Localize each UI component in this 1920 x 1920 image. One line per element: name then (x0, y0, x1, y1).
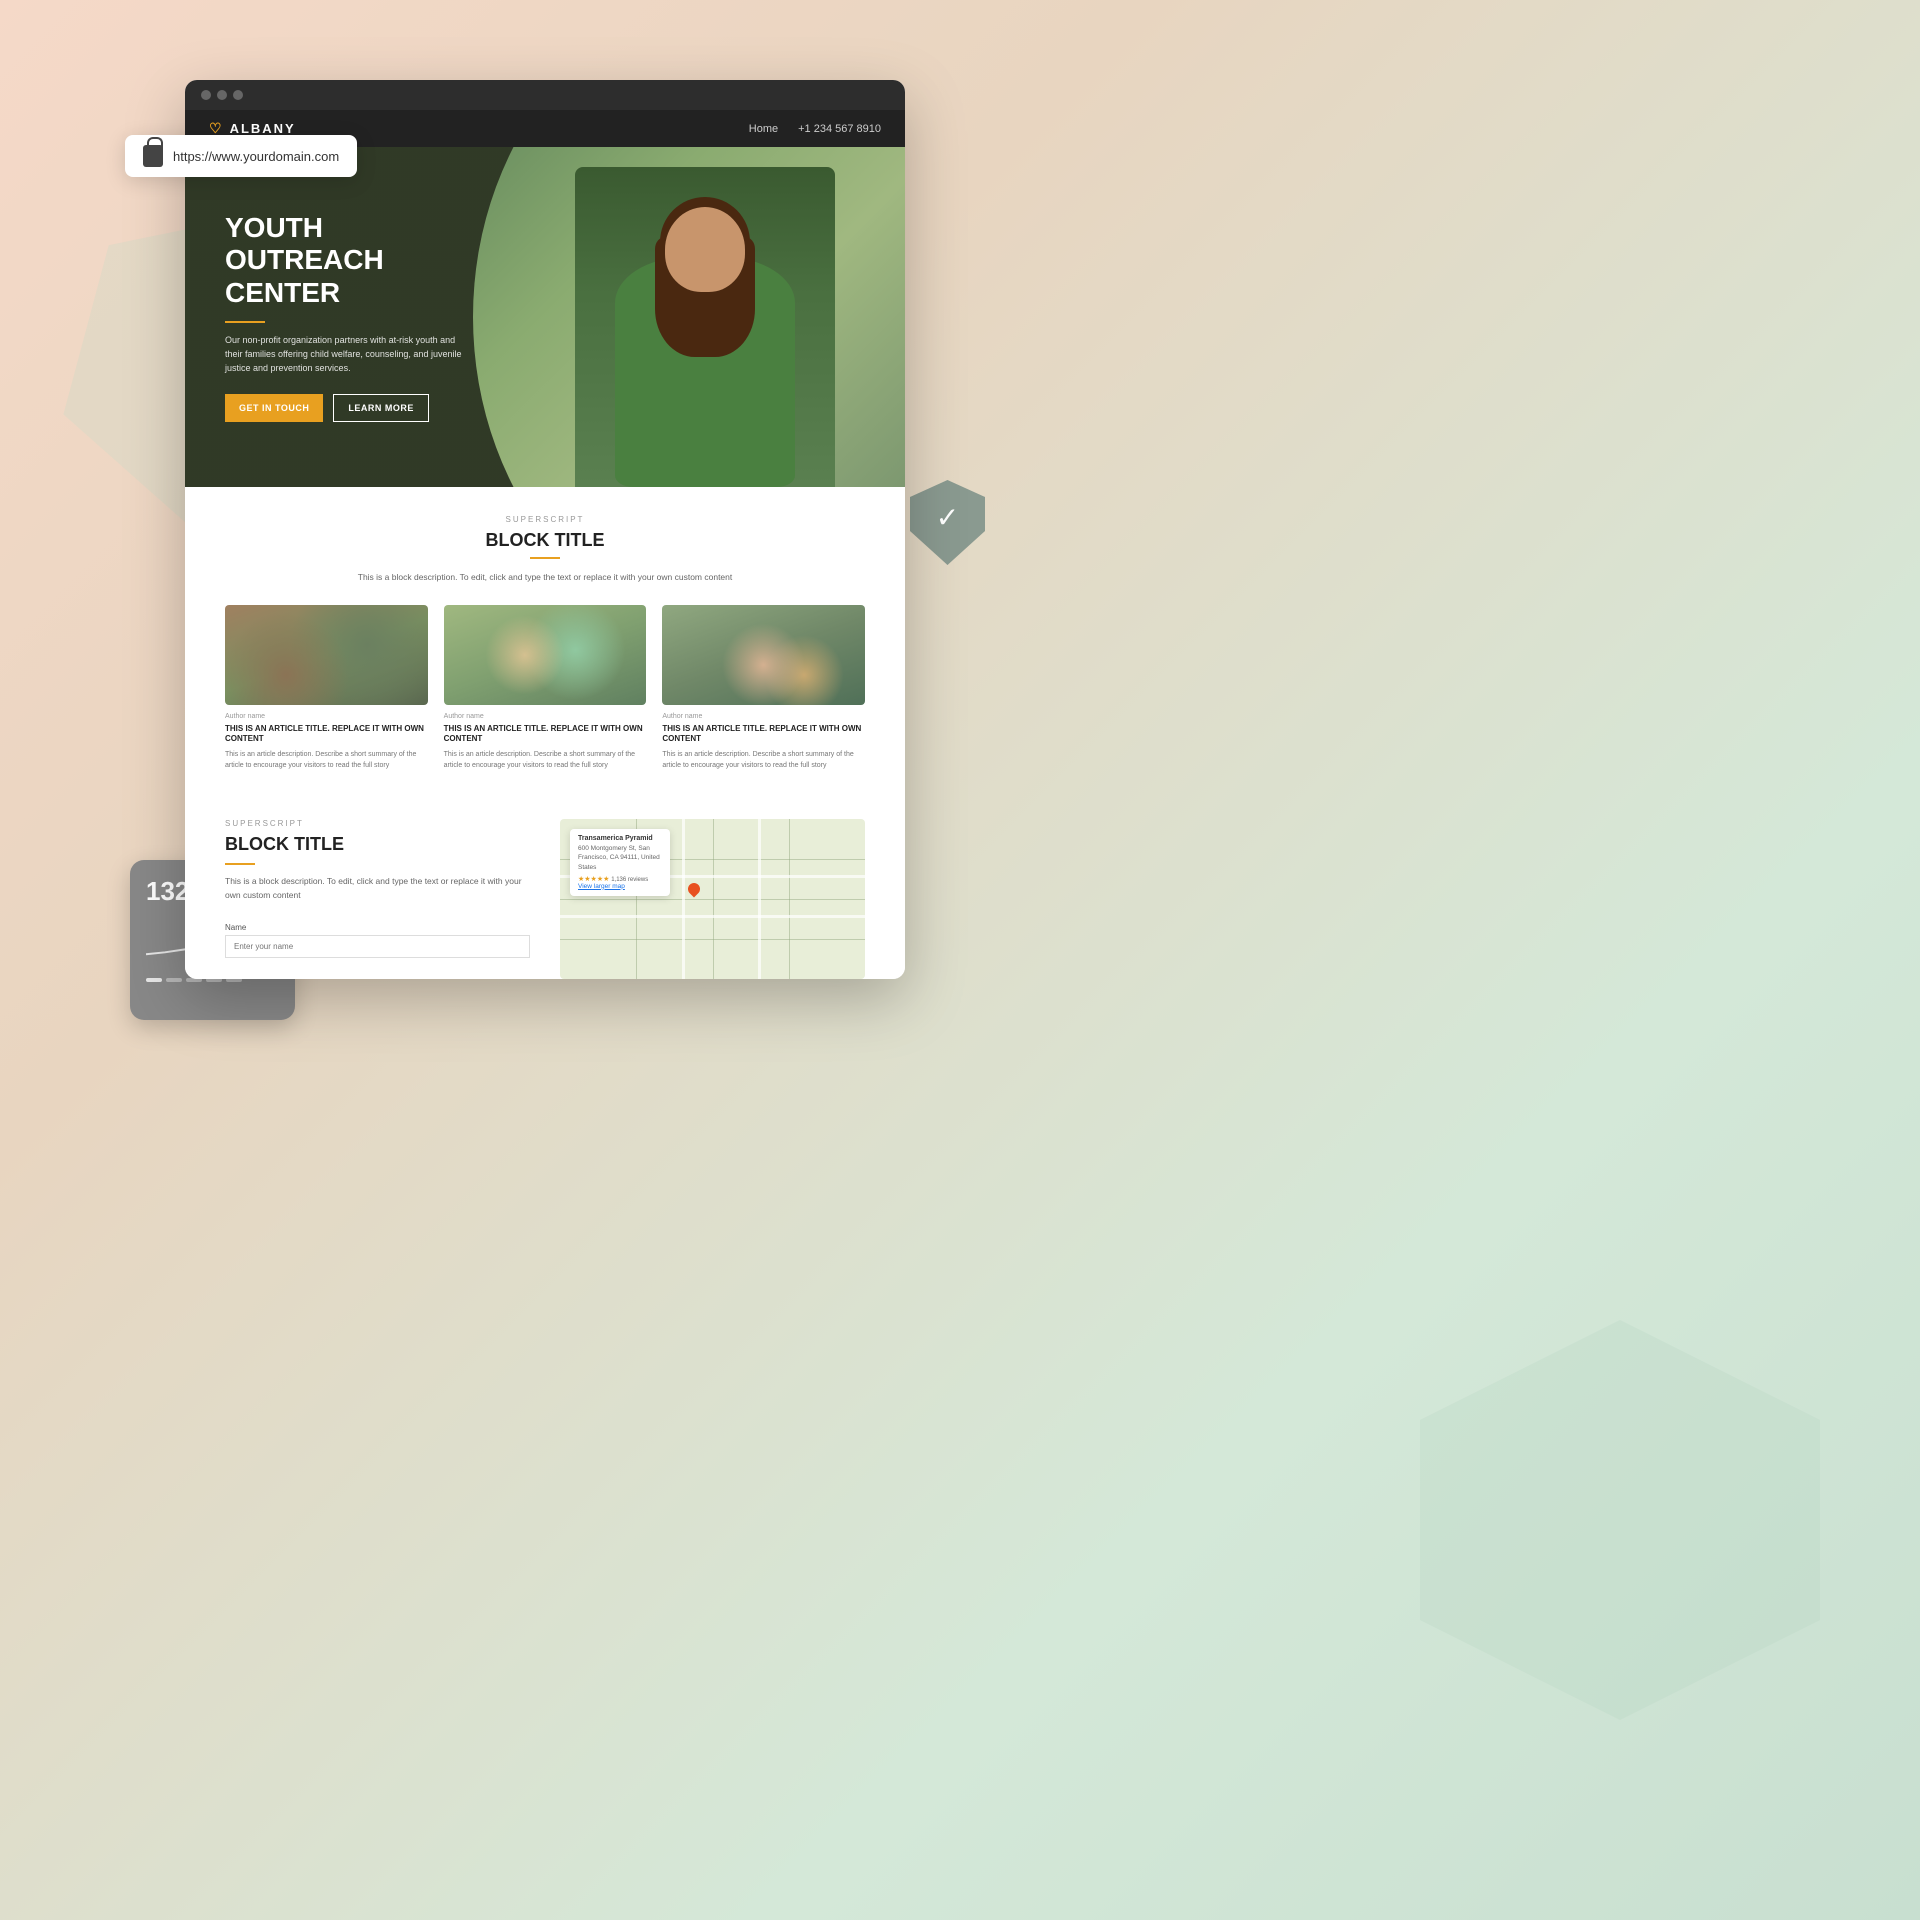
map-road-h-2 (560, 915, 865, 918)
hero-title: YOUTH OUTREACH CENTER (225, 212, 465, 309)
block2-text: SUPERSCRIPT BLOCK TITLE This is a block … (225, 819, 530, 979)
article-1-excerpt: This is an article description. Describe… (225, 750, 428, 771)
article-image-3 (662, 605, 865, 705)
map-view-link[interactable]: View larger map (578, 883, 662, 890)
map-reviews: 1,136 reviews (611, 877, 648, 883)
block1-description: This is a block description. To edit, cl… (345, 571, 745, 585)
article-1-title: THIS IS AN ARTICLE TITLE. REPLACE IT WIT… (225, 724, 428, 745)
hero-section: YOUTH OUTREACH CENTER Our non-profit org… (185, 147, 905, 487)
block1-title: BLOCK TITLE (225, 530, 865, 551)
article-card-2: Author name THIS IS AN ARTICLE TITLE. RE… (444, 605, 647, 772)
stats-dot-2 (166, 978, 182, 982)
map-vline-2 (713, 819, 714, 979)
browser-dot-green (233, 90, 243, 100)
article-card-1: Author name THIS IS AN ARTICLE TITLE. RE… (225, 605, 428, 772)
nav-phone[interactable]: +1 234 567 8910 (798, 123, 881, 135)
stats-dot-1 (146, 978, 162, 982)
hero-person-image (545, 147, 865, 487)
block1-title-underline (530, 557, 560, 559)
lock-icon (143, 145, 163, 167)
block2-title: BLOCK TITLE (225, 834, 530, 855)
article-1-author: Author name (225, 713, 428, 720)
map-road-v-1 (682, 819, 685, 979)
block2-section: SUPERSCRIPT BLOCK TITLE This is a block … (185, 799, 905, 979)
article-2-title: THIS IS AN ARTICLE TITLE. REPLACE IT WIT… (444, 724, 647, 745)
map-pin (686, 881, 703, 898)
browser-dot-yellow (217, 90, 227, 100)
browser-dots (201, 90, 243, 100)
nav-home[interactable]: Home (749, 123, 778, 135)
bg-decorative-shape-2 (1420, 1320, 1820, 1720)
map-road-v-2 (758, 819, 761, 979)
hero-description: Our non-profit organization partners wit… (225, 333, 465, 376)
site-logo-text: ALBANY (230, 121, 296, 136)
form-name-label: Name (225, 923, 246, 932)
shield-badge: ✓ (910, 480, 985, 565)
map-info-title: Transamerica Pyramid (578, 835, 662, 842)
url-text: https://www.yourdomain.com (173, 149, 339, 164)
map-info-box: Transamerica Pyramid 600 Montgomery St, … (570, 829, 670, 895)
get-in-touch-button[interactable]: GET IN TOUCH (225, 394, 323, 422)
article-2-author: Author name (444, 713, 647, 720)
map-info-address: 600 Montgomery St, San Francisco, CA 941… (578, 844, 662, 871)
article-3-excerpt: This is an article description. Describe… (662, 750, 865, 771)
talking-image (444, 605, 647, 705)
shield-check-icon: ✓ (936, 501, 959, 534)
map-container: Transamerica Pyramid 600 Montgomery St, … (560, 819, 865, 979)
hero-title-underline (225, 321, 265, 323)
hero-buttons: GET IN TOUCH LEARN MORE (225, 394, 465, 422)
block2-superscript: SUPERSCRIPT (225, 819, 530, 828)
browser-dot-red (201, 90, 211, 100)
nav-links: Home +1 234 567 8910 (749, 123, 881, 135)
block2-description: This is a block description. To edit, cl… (225, 875, 530, 902)
block1-section: SUPERSCRIPT BLOCK TITLE This is a block … (185, 487, 905, 799)
browser-chrome (185, 80, 905, 110)
articles-grid: Author name THIS IS AN ARTICLE TITLE. RE… (225, 605, 865, 772)
browser-window: ♡ ALBANY Home +1 234 567 8910 (185, 80, 905, 979)
map-stars: ★★★★★ (578, 876, 609, 883)
block1-superscript: SUPERSCRIPT (225, 515, 865, 524)
article-3-title: THIS IS AN ARTICLE TITLE. REPLACE IT WIT… (662, 724, 865, 745)
elephant-image (225, 605, 428, 705)
dog-image (662, 605, 865, 705)
article-image-1 (225, 605, 428, 705)
hero-content: YOUTH OUTREACH CENTER Our non-profit org… (185, 212, 505, 422)
block2-title-underline (225, 863, 255, 865)
form-name-input[interactable] (225, 935, 530, 958)
map-vline-3 (789, 819, 790, 979)
article-card-3: Author name THIS IS AN ARTICLE TITLE. RE… (662, 605, 865, 772)
article-2-excerpt: This is an article description. Describe… (444, 750, 647, 771)
article-image-2 (444, 605, 647, 705)
article-3-author: Author name (662, 713, 865, 720)
learn-more-button[interactable]: LEARN MORE (333, 394, 429, 422)
url-bar: https://www.yourdomain.com (125, 135, 357, 177)
